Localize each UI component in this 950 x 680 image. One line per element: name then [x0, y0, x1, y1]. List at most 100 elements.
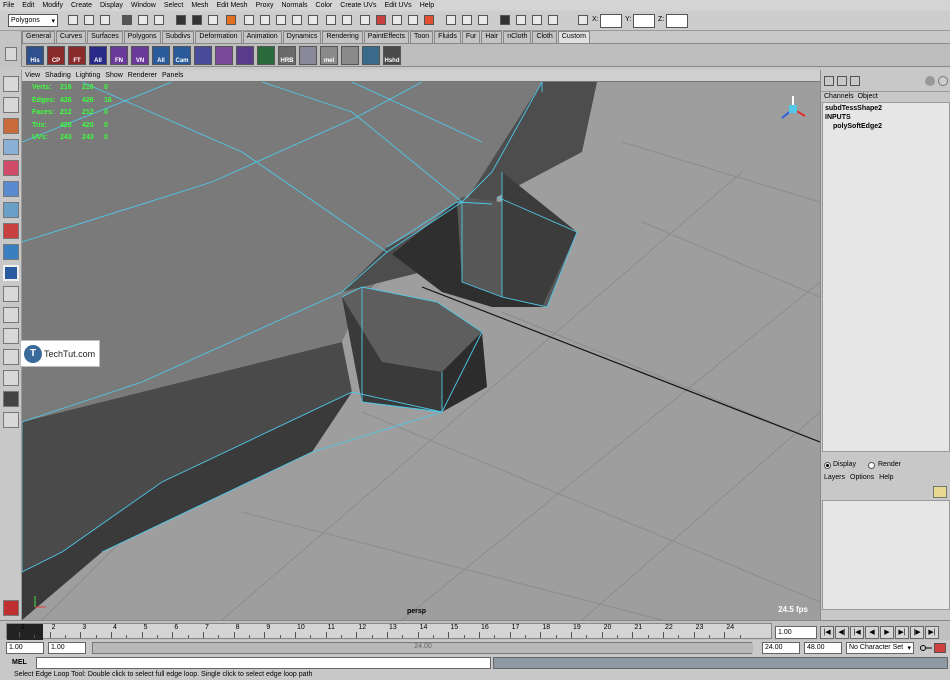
shelf-button-icon-13[interactable] — [299, 46, 317, 65]
shelf-button-cam[interactable]: Cam — [173, 46, 191, 65]
four-view-icon[interactable] — [3, 307, 19, 323]
manipulator-tool-icon[interactable] — [3, 202, 19, 218]
attribute-editor-icon[interactable] — [500, 15, 510, 25]
character-set-dropdown[interactable]: No Character Set ▾ — [846, 642, 914, 654]
render-frame-icon[interactable] — [360, 15, 370, 25]
shelf-button-mel[interactable]: mel — [320, 46, 338, 65]
menu-item-create[interactable]: Create — [71, 2, 92, 9]
mask-edge-icon[interactable] — [192, 15, 202, 25]
z-field[interactable] — [666, 14, 688, 28]
animation-end-field[interactable]: 48.00 — [804, 642, 842, 654]
snap-plane-icon[interactable] — [292, 15, 302, 25]
shelf-tab-ncloth[interactable]: nCloth — [503, 31, 532, 43]
channel-box-icon[interactable] — [824, 76, 834, 86]
channel-menu-channels[interactable]: Channels — [824, 93, 854, 100]
step-forward-frame-icon[interactable]: ▶| — [895, 626, 909, 639]
absolute-transform-icon[interactable] — [462, 15, 472, 25]
shelf-tab-curves[interactable]: Curves — [55, 31, 87, 43]
shelf-tab-hair[interactable]: Hair — [481, 31, 503, 43]
shelf-button-all[interactable]: All — [89, 46, 107, 65]
play-backward-icon[interactable]: ◀ — [865, 626, 879, 639]
relative-transform-icon[interactable] — [478, 15, 488, 25]
step-back-frame-icon[interactable]: |◀ — [850, 626, 864, 639]
viewport-menu-shading[interactable]: Shading — [45, 72, 71, 79]
menu-item-create-uvs[interactable]: Create UVs — [340, 2, 376, 9]
select-tool-icon[interactable] — [3, 76, 19, 92]
snap-grid-icon[interactable] — [244, 15, 254, 25]
menu-item-select[interactable]: Select — [164, 2, 183, 9]
menu-item-mesh[interactable]: Mesh — [191, 2, 208, 9]
key-icon[interactable] — [920, 643, 932, 653]
display-radio[interactable] — [824, 462, 831, 469]
animation-start-field[interactable]: 1.00 — [6, 642, 44, 654]
shelf-button-icon-16[interactable] — [362, 46, 380, 65]
scale-tool-icon[interactable] — [3, 181, 19, 197]
snap-curve-icon[interactable] — [260, 15, 270, 25]
viewport-menu-show[interactable]: Show — [105, 72, 123, 79]
attribute-icon[interactable] — [850, 76, 860, 86]
persp-outliner-icon[interactable] — [3, 328, 19, 344]
viewport-menu-renderer[interactable]: Renderer — [128, 72, 157, 79]
go-to-start-icon[interactable]: |◀ — [820, 626, 834, 639]
hypershade-layout-icon[interactable] — [3, 370, 19, 386]
globe-icon[interactable] — [938, 76, 948, 86]
menu-item-window[interactable]: Window — [131, 2, 156, 9]
shelf-button-cp[interactable]: CP — [47, 46, 65, 65]
menu-item-modify[interactable]: Modify — [42, 2, 63, 9]
input-ops-icon[interactable] — [342, 15, 352, 25]
playback-end-field[interactable]: 24.00 — [762, 642, 800, 654]
mask-uv-icon[interactable] — [226, 15, 236, 25]
view-cube-icon[interactable] — [778, 94, 808, 124]
range-bar[interactable]: 24.00 — [92, 642, 753, 654]
layer-menu-layers[interactable]: Layers — [824, 474, 845, 481]
shelf-tab-fur[interactable]: Fur — [461, 31, 481, 43]
menu-item-help[interactable]: Help — [420, 2, 434, 9]
select-hierarchy-icon[interactable] — [122, 15, 132, 25]
select-component-icon[interactable] — [154, 15, 164, 25]
rename-icon[interactable] — [446, 15, 456, 25]
transform-mode-icon[interactable] — [578, 15, 588, 25]
step-forward-key-icon[interactable]: |▶ — [910, 626, 924, 639]
channel-box-icon[interactable] — [532, 15, 542, 25]
viewport-menu-lighting[interactable]: Lighting — [76, 72, 101, 79]
playback-start-field[interactable]: 1.00 — [48, 642, 86, 654]
soft-mod-tool-icon[interactable] — [3, 223, 19, 239]
menu-item-display[interactable]: Display — [100, 2, 123, 9]
shelf-tab-fluids[interactable]: Fluids — [434, 31, 461, 43]
shelf-tab-subdivs[interactable]: Subdivs — [161, 31, 195, 43]
time-slider-track[interactable]: 1 2 3 4 5 6 7 8 9 10 11 12 13 14 15 16 17 18 19 20 21 22 23 24 — [6, 623, 772, 640]
mask-face-icon[interactable] — [208, 15, 218, 25]
command-input[interactable] — [36, 657, 491, 669]
shelf-tab-rendering[interactable]: Rendering — [322, 31, 363, 43]
shelf-button-vn[interactable]: VN — [131, 46, 149, 65]
lasso-tool-icon[interactable] — [3, 97, 19, 113]
auto-key-icon[interactable] — [934, 643, 946, 653]
open-scene-icon[interactable] — [84, 15, 94, 25]
ipr-icon[interactable] — [424, 15, 434, 25]
shelf-button-his[interactable]: His — [26, 46, 44, 65]
ipr-render-icon[interactable] — [376, 15, 386, 25]
perspective-viewport[interactable]: Verts: 216 216 0 Edges: 426 426 16 Faces: 212 212 0… — [22, 82, 820, 620]
shelf-button-fn[interactable]: FN — [110, 46, 128, 65]
range-handle[interactable]: 24.00 — [93, 643, 753, 653]
menu-item-color[interactable]: Color — [316, 2, 333, 9]
paint-select-tool-icon[interactable] — [3, 118, 19, 134]
sphere-icon[interactable] — [925, 76, 935, 86]
shelf-button-icon-10[interactable] — [236, 46, 254, 65]
render-globals-icon[interactable] — [392, 15, 402, 25]
menu-item-edit-uvs[interactable]: Edit UVs — [384, 2, 411, 9]
viewport-menu-view[interactable]: View — [25, 72, 40, 79]
persp-graph-icon[interactable] — [3, 349, 19, 365]
go-to-end-icon[interactable]: ▶| — [925, 626, 939, 639]
shelf-button-hshd[interactable]: Hshd — [383, 46, 401, 65]
history-icon[interactable] — [326, 15, 336, 25]
shelf-menu-icon[interactable] — [5, 47, 17, 61]
single-view-icon[interactable] — [3, 286, 19, 302]
menu-item-file[interactable]: File — [3, 2, 14, 9]
shelf-button-ft[interactable]: FT — [68, 46, 86, 65]
menu-item-normals[interactable]: Normals — [281, 2, 307, 9]
make-live-icon[interactable] — [308, 15, 318, 25]
shelf-button-icon-9[interactable] — [215, 46, 233, 65]
channel-menu-object[interactable]: Object — [858, 93, 878, 100]
shelf-tab-cloth[interactable]: Cloth — [532, 31, 557, 43]
